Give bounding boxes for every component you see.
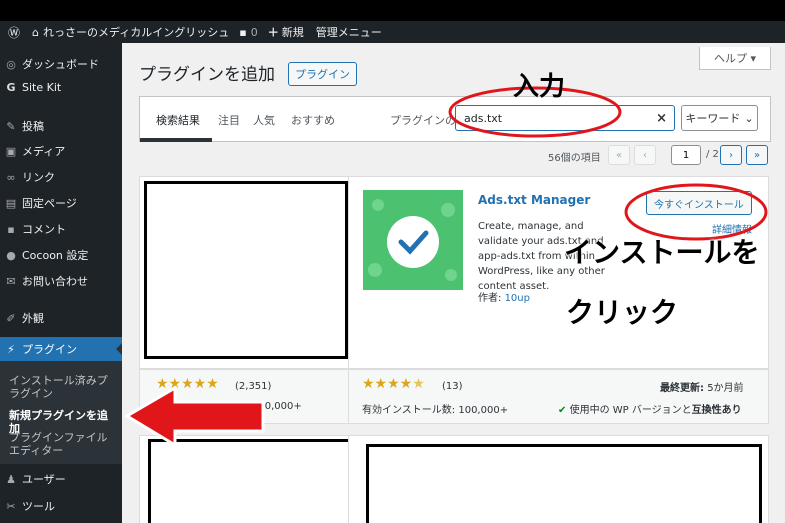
active-tab-underline: [140, 138, 212, 142]
mail-icon: ✉: [6, 274, 16, 288]
sidebar-item-appearance[interactable]: ✐ 外観: [0, 310, 122, 326]
tab-featured[interactable]: 注目: [218, 112, 240, 128]
check-icon: ✔: [558, 405, 567, 416]
cocoon-icon: ●: [6, 248, 16, 262]
plugin-icon: ⚡: [7, 342, 15, 356]
annotation-click-line2: クリック: [566, 296, 679, 329]
main-content: ヘルプ ▾ プラグインを追加 プラグイン 検索結果 注目 人気 おすすめ プラグ…: [122, 43, 785, 523]
last-updated: 最終更新: 5か月前: [660, 383, 744, 394]
active-installs: 有効インストール数: 100,000+: [362, 405, 509, 416]
chevron-down-icon: ⌄: [744, 111, 754, 125]
sidebar-item-comments[interactable]: ▪ コメント: [0, 221, 122, 237]
sidebar-item-tools[interactable]: ✂ ツール: [0, 498, 122, 514]
annotation-click-line1: インストールを: [564, 236, 760, 269]
plugin-filter-bar: 検索結果 注目 人気 おすすめ プラグインの検索 ads.txt × キーワード…: [139, 96, 771, 142]
tab-recommended[interactable]: おすすめ: [291, 112, 335, 128]
dashboard-icon: ◎: [6, 57, 16, 71]
sidebar-item-cocoon[interactable]: ● Cocoon 設定: [0, 247, 122, 263]
prev-page-button[interactable]: ‹: [634, 145, 656, 165]
rating-stars-ads-txt: ★★★★★: [362, 376, 425, 392]
sidebar-item-links[interactable]: ∞ リンク: [0, 169, 122, 185]
total-pages: / 2: [706, 149, 719, 160]
sidebar-item-dashboard[interactable]: ◎ ダッシュボード: [0, 56, 122, 72]
site-name-link[interactable]: ⌂ れっさーのメディカルイングリッシュ: [32, 24, 229, 40]
link-icon: ∞: [6, 170, 16, 184]
rating-count-left: (2,351): [235, 381, 272, 392]
compatibility-status: ✔ 使用中の WP バージョンと互換性あり: [558, 405, 742, 416]
submenu-installed-plugins[interactable]: インストール済みプラグイン: [9, 374, 117, 400]
annotation-input-label: 入力: [513, 72, 566, 102]
plugins-submenu: インストール済みプラグイン 新規プラグインを追加 プラグインファイルエディター: [0, 361, 122, 464]
clear-search-icon[interactable]: ×: [656, 111, 667, 126]
help-tab[interactable]: ヘルプ ▾: [699, 47, 771, 70]
page-icon: ▤: [5, 196, 17, 210]
admin-sidebar: ◎ ダッシュボード G Site Kit ✎ 投稿 ▣ メディア ∞ リンク ▤ 固定ページ…: [0, 43, 122, 523]
sidebar-item-contact[interactable]: ✉ お問い合わせ: [0, 273, 122, 289]
page-title: プラグインを追加: [139, 65, 275, 85]
plugin-icon-ads-txt[interactable]: [363, 190, 463, 290]
sidebar-item-posts[interactable]: ✎ 投稿: [0, 118, 122, 134]
pin-icon: ✎: [6, 119, 16, 133]
media-icon: ▣: [5, 144, 17, 158]
redacted-box-lower-left: [148, 439, 352, 523]
top-black-band: [0, 0, 785, 21]
plus-icon: ＋: [267, 26, 279, 39]
last-page-button[interactable]: »: [746, 145, 768, 165]
first-page-button[interactable]: «: [608, 145, 630, 165]
comments-link[interactable]: ▪ 0: [239, 26, 257, 39]
plugin-name-link[interactable]: Ads.txt Manager: [478, 193, 590, 207]
sidebar-item-users[interactable]: ♟ ユーザー: [0, 471, 122, 487]
redacted-box-lower-right: [366, 444, 762, 523]
plugin-search-input[interactable]: ads.txt ×: [455, 105, 675, 131]
sidebar-item-plugins[interactable]: ⚡ プラグイン: [0, 337, 122, 361]
tab-popular[interactable]: 人気: [253, 112, 275, 128]
home-icon: ⌂: [32, 25, 39, 39]
new-content-link[interactable]: ＋ 新規: [268, 24, 304, 40]
active-installs-left: 100,000+: [252, 401, 302, 412]
admin-bar: Ⓦ ⌂ れっさーのメディカルイングリッシュ ▪ 0 ＋ 新規 管理メニュー: [0, 21, 785, 43]
search-type-select[interactable]: キーワード ⌄: [681, 105, 758, 131]
sitekit-icon: G: [6, 81, 16, 94]
sidebar-item-sitekit[interactable]: G Site Kit: [0, 81, 122, 94]
sidebar-item-media[interactable]: ▣ メディア: [0, 143, 122, 159]
wrench-icon: ✂: [6, 499, 16, 513]
wordpress-logo-icon[interactable]: Ⓦ: [8, 24, 20, 41]
plugin-author: 作者: 10up: [478, 293, 530, 304]
comment-bubble-icon: ▪: [239, 25, 247, 39]
current-page-input[interactable]: 1: [671, 145, 701, 165]
rating-stars-left: ★★★★★: [156, 376, 219, 392]
install-now-button[interactable]: 今すぐインストール: [646, 191, 752, 215]
submenu-plugin-file-editor[interactable]: プラグインファイルエディター: [9, 431, 117, 457]
redacted-box-left: [144, 181, 348, 359]
rating-count-ads-txt: (13): [442, 381, 463, 392]
user-icon: ♟: [6, 472, 16, 486]
upload-plugin-button[interactable]: プラグイン: [288, 62, 357, 86]
sidebar-item-pages[interactable]: ▤ 固定ページ: [0, 195, 122, 211]
admin-menu-link[interactable]: 管理メニュー: [316, 24, 382, 40]
item-count: 56個の項目: [548, 153, 601, 164]
checkmark-badge-icon: [368, 199, 457, 281]
brush-icon: ✐: [6, 311, 16, 325]
next-page-button[interactable]: ›: [720, 145, 742, 165]
comment-icon: ▪: [7, 222, 15, 236]
tab-search-results[interactable]: 検索結果: [156, 112, 200, 128]
